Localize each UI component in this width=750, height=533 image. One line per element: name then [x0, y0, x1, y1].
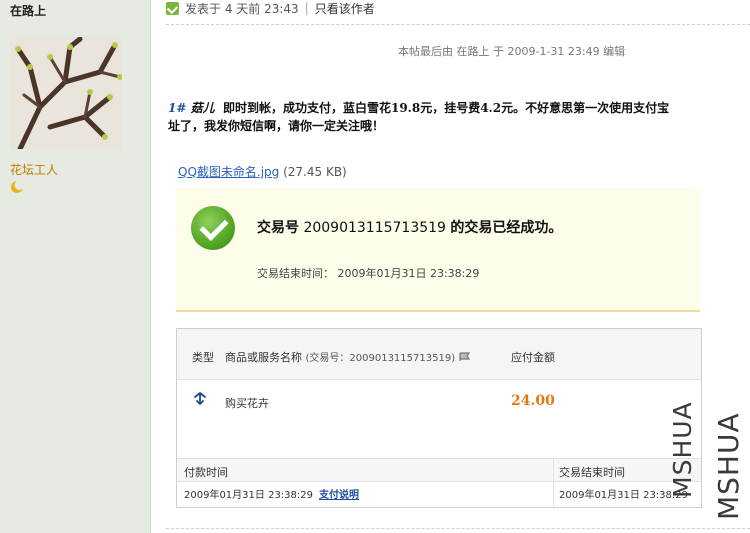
payment-note-link[interactable]: 支付说明: [319, 490, 359, 501]
col-name: 商品或服务名称 (交易号：2009013115713519): [225, 349, 471, 365]
trade-number: 2009013115713519: [303, 220, 446, 236]
avatar[interactable]: [10, 37, 122, 149]
post-body-line2: 址了，我发你短信啊，请你一定关注哦！: [168, 119, 385, 133]
success-box: 交易号 2009013115713519 的交易已经成功。 交易结束时间： 20…: [176, 188, 700, 312]
col-amount: 应付金额: [511, 351, 555, 364]
watermark-text-large: MSHUA: [712, 412, 745, 520]
check-icon: [191, 206, 235, 250]
col-name-trade: (交易号：2009013115713519): [305, 353, 456, 364]
moon-icon: [11, 180, 24, 193]
only-author-link[interactable]: 只看该作者: [315, 0, 375, 17]
meta-separator: |: [304, 1, 309, 15]
post-body: 1# 菇儿 即时到帐，成功支付，蓝白雪花19.8元，挂号费4.2元。不好意思第一…: [168, 99, 750, 135]
time-header: 付款时间 交易结束时间: [177, 458, 701, 482]
divider: [166, 24, 750, 25]
post-online-icon: [166, 1, 179, 15]
table-header: 类型 商品或服务名称 (交易号：2009013115713519) 应付金额: [177, 329, 701, 380]
edit-note: 本帖最后由 在路上 于 2009-1-31 23:49 编辑: [398, 45, 626, 58]
trade-status: 的交易已经成功。: [450, 220, 563, 236]
alipay-item-icon: [194, 391, 206, 405]
trade-end-time: 交易结束时间： 2009年01月31日 23:38:29: [257, 267, 480, 280]
post-body-line1: 即时到帐，成功支付，蓝白雪花19.8元，挂号费4.2元。不好意思第一次使用支付宝: [222, 101, 670, 115]
trade-label: 交易号: [257, 220, 299, 236]
order-table: 类型 商品或服务名称 (交易号：2009013115713519) 应付金额 购…: [176, 328, 702, 508]
attachment-size: (27.45 KB): [283, 165, 347, 179]
post-meta: 发表于 4 天前 23:43 | 只看该作者: [166, 0, 375, 16]
post-content: 发表于 4 天前 23:43 | 只看该作者 本帖最后由 在路上 于 2009-…: [160, 0, 750, 533]
col-name-label: 商品或服务名称: [225, 351, 302, 364]
pay-time-value: 2009年01月31日 23:38:29: [184, 490, 313, 501]
author-rank: 花坛工人: [10, 163, 59, 177]
item-name: 购买花卉: [225, 397, 269, 410]
attachment: QQ截图未命名.jpg (27.45 KB): [178, 163, 347, 180]
nick-name: 菇儿: [190, 101, 215, 115]
attachment-link[interactable]: QQ截图未命名.jpg: [178, 165, 279, 179]
item-amount: 24.00: [511, 393, 555, 409]
pay-time: 2009年01月31日 23:38:29 支付说明: [184, 486, 359, 501]
trade-title: 交易号 2009013115713519 的交易已经成功。: [257, 217, 562, 237]
bottom-divider: [166, 528, 750, 529]
floor-number[interactable]: 1#: [168, 101, 186, 115]
watermark-text: MSHUA: [668, 401, 697, 498]
attachment-image: 交易号 2009013115713519 的交易已经成功。 交易结束时间： 20…: [176, 188, 702, 508]
post-line-1: 1# 菇儿 即时到帐，成功支付，蓝白雪花19.8元，挂号费4.2元。不好意思第一…: [168, 99, 750, 117]
pay-time-label: 付款时间: [184, 466, 228, 479]
end-time-label: 交易结束时间: [559, 466, 625, 479]
flag-icon: [459, 352, 470, 361]
author-sidebar: 在路上 花坛工人: [0, 0, 151, 533]
author-username[interactable]: 在路上: [10, 2, 46, 19]
col-type: 类型: [192, 351, 214, 364]
post-date: 发表于 4 天前 23:43: [185, 1, 299, 16]
avatar-branches-image: [10, 37, 122, 149]
column-divider: [553, 458, 554, 507]
